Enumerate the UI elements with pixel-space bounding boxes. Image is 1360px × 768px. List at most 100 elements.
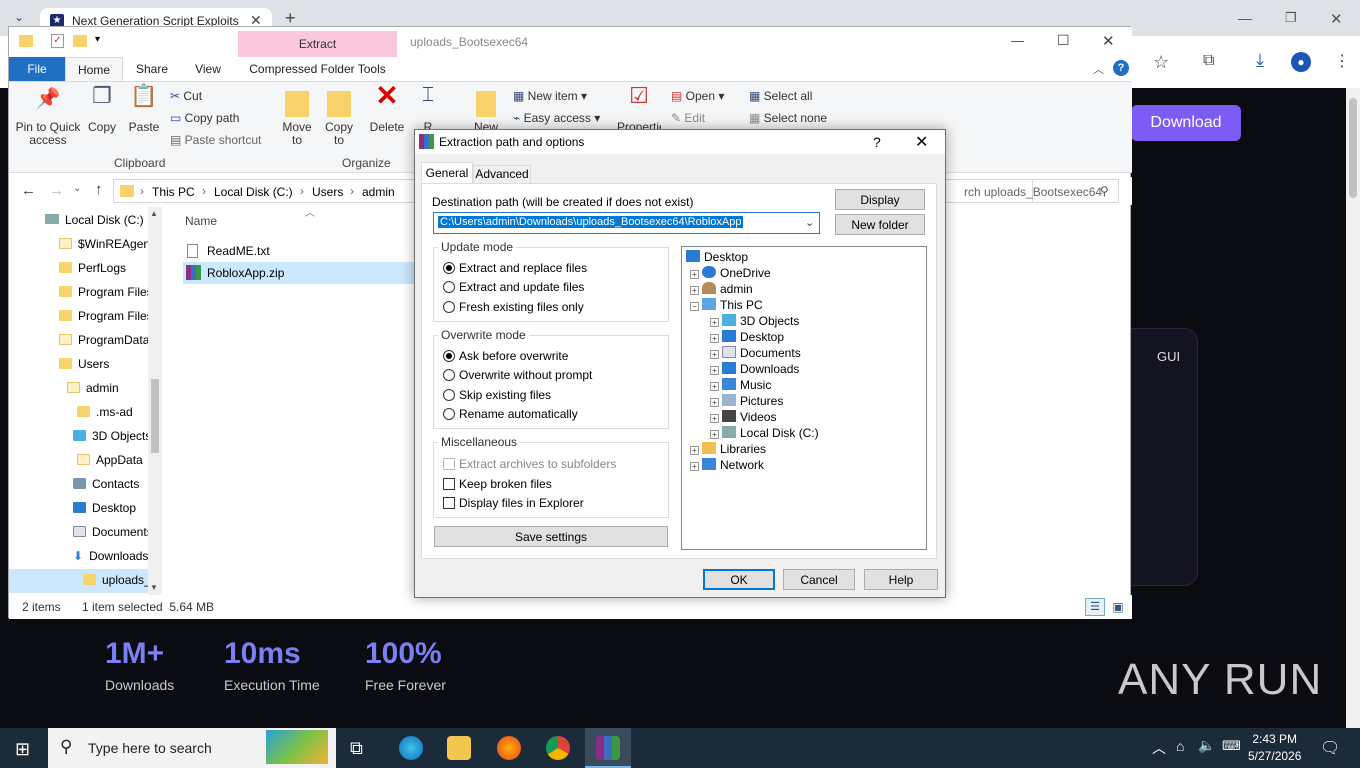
- checkbox-keep-broken[interactable]: Keep broken files: [443, 477, 552, 491]
- large-icons-view-icon[interactable]: ▣: [1109, 598, 1127, 616]
- move-to-button[interactable]: Move to: [279, 89, 315, 147]
- new-folder-qat-icon[interactable]: [73, 35, 87, 47]
- tree-item[interactable]: + Local Disk (C:): [710, 425, 819, 441]
- profile-avatar[interactable]: ●: [1291, 52, 1311, 72]
- destination-combo[interactable]: C:\Users\admin\Downloads\uploads_Bootsex…: [433, 212, 820, 234]
- expand-plus-icon[interactable]: +: [710, 398, 719, 407]
- edit-button[interactable]: ✎ Edit: [671, 111, 705, 125]
- expand-plus-icon[interactable]: +: [710, 382, 719, 391]
- back-arrow-icon[interactable]: ←: [21, 182, 36, 199]
- tree-item[interactable]: + Videos: [710, 409, 776, 425]
- nav-item[interactable]: Program Files: [59, 280, 153, 304]
- windows-start-icon[interactable]: ⊞: [15, 739, 30, 760]
- nav-item[interactable]: uploads_: [83, 568, 151, 592]
- help-icon[interactable]: ?: [1113, 60, 1129, 76]
- select-all-button[interactable]: ▦ Select all: [749, 89, 812, 103]
- dialog-close-icon[interactable]: ✕: [915, 132, 928, 152]
- chrome-icon[interactable]: [546, 736, 570, 760]
- nav-item[interactable]: AppData: [77, 448, 143, 472]
- tab-view[interactable]: View: [185, 57, 231, 81]
- tree-item[interactable]: + Pictures: [710, 393, 783, 409]
- delete-button[interactable]: ✕ Delete: [369, 82, 405, 134]
- menu-kebab-icon[interactable]: ⋮: [1334, 51, 1350, 71]
- paste-shortcut-button[interactable]: ▤ Paste shortcut: [170, 133, 261, 147]
- save-settings-button[interactable]: Save settings: [434, 526, 668, 547]
- ribbon-collapse-icon[interactable]: ︿: [1093, 61, 1104, 77]
- expand-plus-icon[interactable]: +: [710, 334, 719, 343]
- web-scrollbar[interactable]: [1346, 88, 1360, 728]
- expand-plus-icon[interactable]: +: [690, 270, 699, 279]
- recent-dropdown-icon[interactable]: ⌄: [73, 183, 81, 194]
- taskbar-search[interactable]: ⚲ Type here to search: [48, 728, 336, 768]
- expand-plus-icon[interactable]: +: [710, 414, 719, 423]
- scroll-up-icon[interactable]: ▲: [150, 209, 158, 218]
- nav-item[interactable]: Documents: [73, 520, 153, 544]
- copy-button[interactable]: ❐ Copy: [85, 85, 119, 134]
- expand-plus-icon[interactable]: +: [690, 462, 699, 471]
- radio-ask-before-overwrite[interactable]: Ask before overwrite: [443, 349, 568, 363]
- help-button[interactable]: Help: [864, 569, 938, 590]
- maximize-icon[interactable]: ☐: [1057, 32, 1070, 49]
- scroll-down-icon[interactable]: ▼: [150, 583, 158, 592]
- radio-overwrite-without-prompt[interactable]: Overwrite without prompt: [443, 368, 592, 382]
- breadcrumb-admin[interactable]: admin: [362, 185, 395, 199]
- copy-path-button[interactable]: ▭ Copy path: [170, 111, 239, 125]
- rename-button[interactable]: ⌶ R: [413, 85, 443, 134]
- radio-extract-update[interactable]: Extract and update files: [443, 280, 584, 294]
- edge-icon[interactable]: [399, 736, 423, 760]
- nav-item[interactable]: PerfLogs: [59, 256, 126, 280]
- nav-item[interactable]: Users: [59, 352, 109, 376]
- file-row-selected[interactable]: RobloxApp.zip: [183, 262, 417, 284]
- nav-scrollbar[interactable]: ▲ ▼: [148, 207, 162, 595]
- tab-general[interactable]: General: [421, 162, 473, 184]
- downloads-icon[interactable]: ⤓: [1256, 50, 1264, 71]
- properties-qat-icon[interactable]: ✓: [51, 34, 64, 48]
- nav-item[interactable]: .ms-ad: [77, 400, 133, 424]
- tree-item[interactable]: + admin: [690, 281, 753, 297]
- expand-plus-icon[interactable]: +: [710, 366, 719, 375]
- file-explorer-icon[interactable]: [447, 736, 471, 760]
- nav-item[interactable]: admin: [67, 376, 119, 400]
- nav-item[interactable]: 3D Objects: [73, 424, 151, 448]
- details-view-icon[interactable]: ☰: [1085, 598, 1105, 616]
- tab-search-icon[interactable]: ⌄: [14, 10, 24, 24]
- search-field[interactable]: rch uploads_Bootsexec64 ⚲: [939, 179, 1119, 203]
- tray-chevron-icon[interactable]: ︿: [1152, 738, 1166, 758]
- scroll-thumb[interactable]: [151, 379, 159, 453]
- tree-item[interactable]: + Desktop: [710, 329, 784, 345]
- paste-button[interactable]: 📋 Paste: [125, 85, 163, 134]
- system-clock[interactable]: 2:43 PM 5/27/2026: [1248, 731, 1301, 765]
- combo-dropdown-icon[interactable]: ⌄: [805, 216, 814, 229]
- nav-item[interactable]: Local Disk (C:): [45, 208, 144, 232]
- radio-extract-replace[interactable]: Extract and replace files: [443, 261, 587, 275]
- notifications-icon[interactable]: 🗨: [1320, 738, 1340, 758]
- minimize-icon[interactable]: —: [1011, 33, 1024, 48]
- nav-item[interactable]: ⬇ Downloads: [73, 544, 148, 568]
- tab-file[interactable]: File: [9, 57, 65, 81]
- network-tray-icon[interactable]: ⌂: [1176, 738, 1184, 754]
- expand-plus-icon[interactable]: +: [690, 286, 699, 295]
- extensions-icon[interactable]: ⧉: [1203, 52, 1214, 70]
- ok-button[interactable]: OK: [703, 569, 775, 590]
- column-name-header[interactable]: Name: [185, 214, 217, 228]
- cut-button[interactable]: ✂ Cut: [170, 89, 202, 103]
- breadcrumb-this-pc[interactable]: This PC: [152, 185, 195, 199]
- tab-advanced[interactable]: Advanced: [473, 165, 531, 184]
- qat-dropdown-icon[interactable]: ▾: [95, 34, 100, 45]
- nav-item[interactable]: Contacts: [73, 472, 139, 496]
- expand-plus-icon[interactable]: +: [710, 350, 719, 359]
- expand-plus-icon[interactable]: +: [690, 446, 699, 455]
- breadcrumb-users[interactable]: Users: [312, 185, 343, 199]
- checkbox-extract-subfolders[interactable]: Extract archives to subfolders: [443, 457, 616, 471]
- tree-item[interactable]: − This PC: [690, 297, 763, 313]
- volume-tray-icon[interactable]: 🔈: [1198, 737, 1215, 754]
- dialog-help-button[interactable]: ?: [873, 134, 881, 150]
- tree-item[interactable]: + Libraries: [690, 441, 766, 457]
- browser-minimize-icon[interactable]: —: [1238, 10, 1252, 26]
- tree-item[interactable]: +3D Objects: [710, 313, 799, 329]
- nav-item[interactable]: $WinREAgent: [59, 232, 153, 256]
- cancel-button[interactable]: Cancel: [783, 569, 855, 590]
- file-row[interactable]: ReadME.txt: [183, 240, 417, 262]
- properties-button[interactable]: ☑ Properties: [617, 85, 661, 134]
- open-button[interactable]: ▤ Open ▾: [671, 89, 724, 103]
